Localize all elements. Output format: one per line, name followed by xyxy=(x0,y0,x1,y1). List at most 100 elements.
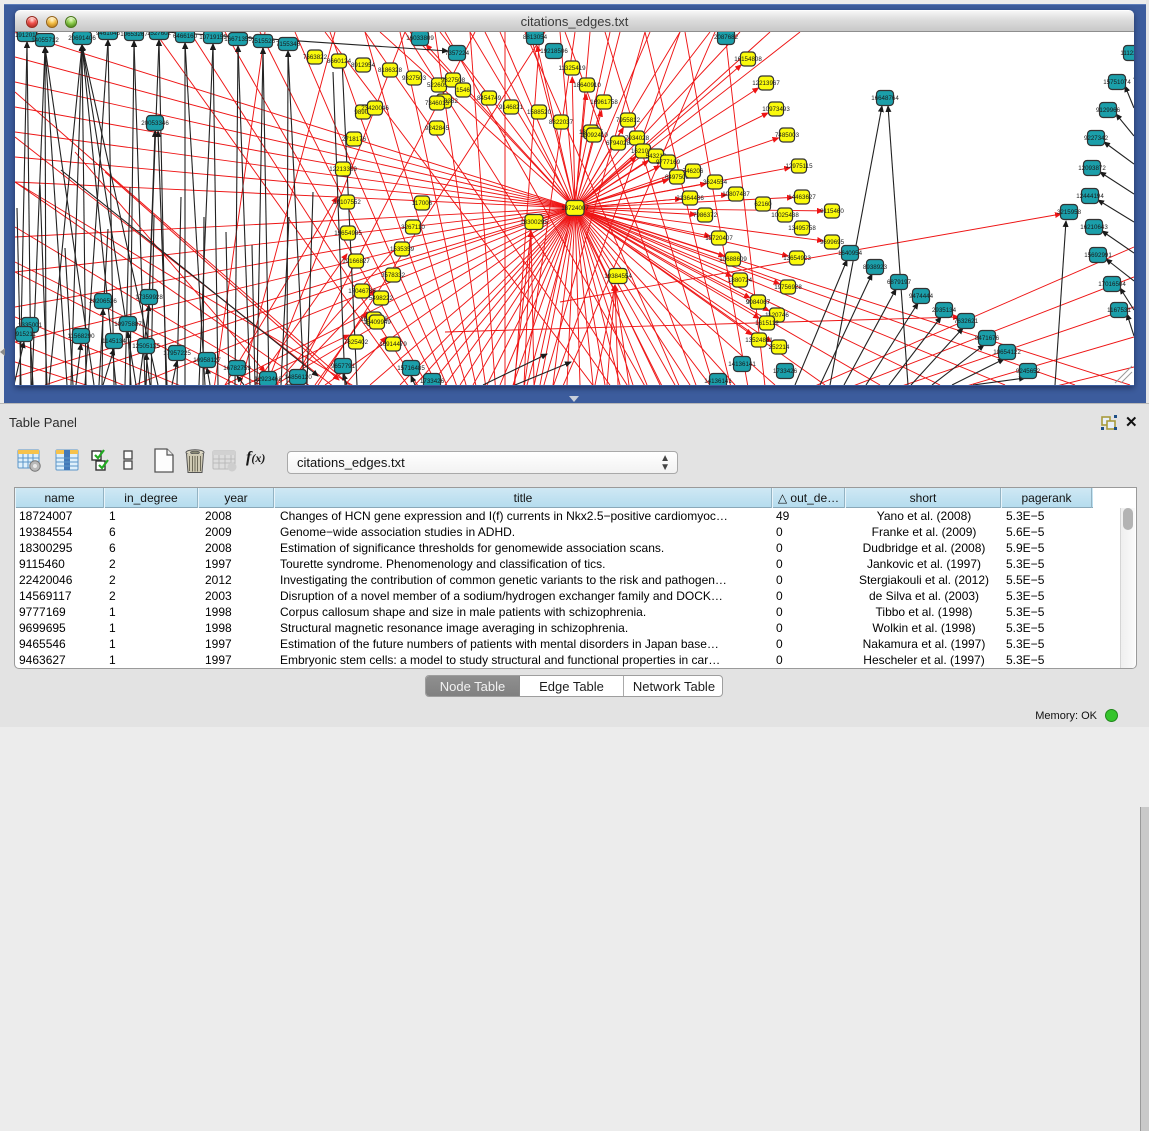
svg-text:10654122: 10654122 xyxy=(993,349,1021,356)
svg-text:7155346: 7155346 xyxy=(276,41,301,48)
svg-text:6879197: 6879197 xyxy=(887,279,912,286)
svg-text:13524861: 13524861 xyxy=(745,337,773,344)
svg-text:8938923: 8938923 xyxy=(863,264,888,271)
svg-text:7934028: 7934028 xyxy=(625,135,650,142)
svg-text:9227342: 9227342 xyxy=(1084,135,1109,142)
svg-text:1145134: 1145134 xyxy=(102,338,126,345)
svg-text:9474444: 9474444 xyxy=(909,293,934,300)
svg-text:14463627: 14463627 xyxy=(788,194,816,201)
svg-text:1733426: 1733426 xyxy=(420,378,445,385)
svg-text:9657791: 9657791 xyxy=(331,363,356,370)
svg-text:1615112: 1615112 xyxy=(755,320,779,327)
svg-text:12213369: 12213369 xyxy=(329,166,357,173)
svg-text:10653267: 10653267 xyxy=(120,32,148,38)
svg-text:20206526: 20206526 xyxy=(89,298,117,305)
svg-text:12505135: 12505135 xyxy=(132,343,160,350)
svg-text:3578332: 3578332 xyxy=(381,272,406,279)
svg-text:15692991: 15692991 xyxy=(1084,252,1112,259)
svg-text:9242845: 9242845 xyxy=(425,125,450,132)
svg-text:17957225: 17957225 xyxy=(163,350,191,357)
svg-text:7632621: 7632621 xyxy=(954,318,979,325)
svg-text:18640910: 18640910 xyxy=(573,82,601,89)
svg-text:16210643: 16210643 xyxy=(1080,224,1108,231)
svg-text:18724007: 18724007 xyxy=(561,205,589,212)
svg-text:9146821: 9146821 xyxy=(499,104,524,111)
svg-text:10688609: 10688609 xyxy=(719,256,747,263)
svg-text:12975115: 12975115 xyxy=(785,163,813,170)
svg-text:9915211: 9915211 xyxy=(15,331,36,338)
svg-text:9777169: 9777169 xyxy=(656,159,681,166)
svg-text:21364436: 21364436 xyxy=(676,195,704,202)
svg-text:117006: 117006 xyxy=(412,200,433,207)
svg-text:7515526: 7515526 xyxy=(251,38,276,45)
svg-text:15720407: 15720407 xyxy=(705,235,733,242)
svg-text:17046786: 17046786 xyxy=(348,288,376,295)
svg-text:13654923: 13654923 xyxy=(783,255,811,262)
svg-text:19654985: 19654985 xyxy=(334,230,362,237)
svg-text:746206: 746206 xyxy=(683,168,704,175)
svg-text:7625402: 7625402 xyxy=(344,339,369,346)
svg-text:20691406: 20691406 xyxy=(68,35,96,42)
svg-text:7663822: 7663822 xyxy=(303,54,328,61)
svg-text:8454749: 8454749 xyxy=(477,95,502,102)
svg-text:9461045: 9461045 xyxy=(96,32,121,37)
svg-text:62160: 62160 xyxy=(754,201,772,208)
svg-text:12093872: 12093872 xyxy=(1078,165,1106,172)
svg-text:7485003: 7485003 xyxy=(775,132,800,139)
svg-text:3267110: 3267110 xyxy=(401,224,425,231)
svg-text:8912954: 8912954 xyxy=(351,62,376,69)
svg-text:9327503: 9327503 xyxy=(402,75,427,82)
svg-text:8660124: 8660124 xyxy=(327,58,352,65)
svg-text:19384554: 19384554 xyxy=(604,273,632,280)
svg-text:9115460: 9115460 xyxy=(820,208,844,215)
svg-text:8186328: 8186328 xyxy=(378,67,403,74)
svg-text:7357224: 7357224 xyxy=(445,50,470,57)
svg-text:7986372: 7986372 xyxy=(693,212,718,219)
svg-text:1733426: 1733426 xyxy=(773,368,798,375)
svg-text:8471676: 8471676 xyxy=(975,335,1000,342)
svg-text:14136141: 14136141 xyxy=(728,361,756,368)
svg-text:19166827: 19166827 xyxy=(342,258,370,265)
svg-text:12923468: 12923468 xyxy=(254,376,282,383)
svg-text:15716485: 15716485 xyxy=(397,365,425,372)
svg-text:11325419: 11325419 xyxy=(558,65,586,72)
svg-text:9245652: 9245652 xyxy=(1016,368,1041,375)
svg-text:14856120: 14856120 xyxy=(284,374,312,381)
svg-text:1112205: 1112205 xyxy=(1120,50,1134,57)
svg-text:16154808: 16154808 xyxy=(734,56,762,63)
svg-text:20053346: 20053346 xyxy=(141,120,169,127)
svg-text:14055712: 14055712 xyxy=(31,37,59,44)
svg-text:17359928: 17359928 xyxy=(135,294,163,301)
svg-text:9084067: 9084067 xyxy=(746,299,771,306)
svg-text:10107552: 10107552 xyxy=(333,199,361,206)
svg-text:17016504: 17016504 xyxy=(1098,281,1126,288)
svg-text:1167531: 1167531 xyxy=(1107,307,1131,314)
svg-text:19756928: 19756928 xyxy=(774,284,802,291)
svg-text:2935134: 2935134 xyxy=(932,307,957,314)
svg-text:12444194: 12444194 xyxy=(1076,193,1104,200)
svg-text:13495758: 13495758 xyxy=(788,225,816,232)
svg-text:10973493: 10973493 xyxy=(762,106,790,113)
svg-text:18300295: 18300295 xyxy=(520,219,548,226)
svg-text:16648764: 16648764 xyxy=(871,95,899,102)
svg-text:10958127: 10958127 xyxy=(193,357,221,364)
svg-text:16033809: 16033809 xyxy=(406,35,434,42)
svg-text:6466160: 6466160 xyxy=(173,33,198,40)
svg-text:10719155: 10719155 xyxy=(199,34,227,41)
svg-text:5498222: 5498222 xyxy=(369,295,394,302)
svg-text:10025438: 10025438 xyxy=(771,212,799,219)
svg-text:16782759: 16782759 xyxy=(223,365,251,372)
svg-text:10975887: 10975887 xyxy=(114,321,142,328)
svg-text:2087682: 2087682 xyxy=(714,34,739,41)
svg-text:19218506: 19218506 xyxy=(540,48,568,55)
svg-text:3215958: 3215958 xyxy=(1057,209,1082,216)
svg-text:1640954: 1640954 xyxy=(838,250,863,257)
svg-text:9129966: 9129966 xyxy=(1096,107,1121,114)
svg-text:16671355: 16671355 xyxy=(224,36,252,43)
svg-text:2718176: 2718176 xyxy=(342,136,367,143)
svg-text:1546: 1546 xyxy=(456,87,470,94)
svg-text:10807487: 10807487 xyxy=(722,191,750,198)
svg-text:18092410: 18092410 xyxy=(580,132,608,139)
svg-text:14136141: 14136141 xyxy=(704,378,732,385)
svg-text:1527602: 1527602 xyxy=(147,32,172,37)
